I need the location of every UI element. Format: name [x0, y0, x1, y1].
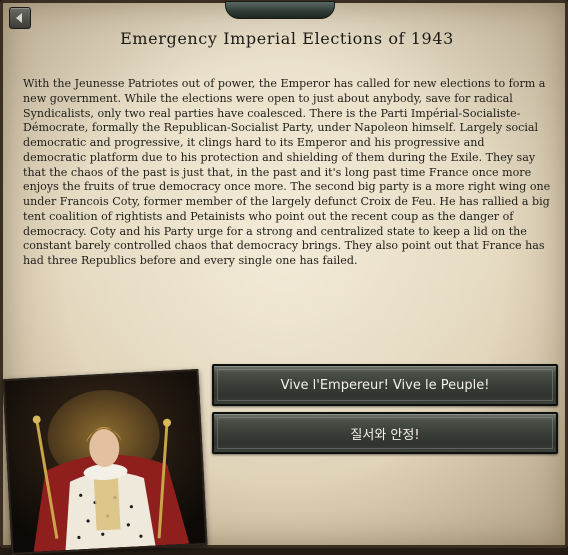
option-button-1[interactable]: Vive l'Empereur! Vive le Peuple! [212, 364, 558, 406]
option-label-2: 질서와 안정! [350, 427, 420, 443]
emperor-portrait [2, 368, 208, 555]
window-top-tab [225, 1, 335, 19]
event-description: With the Jeunesse Patriotes out of power… [23, 77, 551, 267]
event-window: Emergency Imperial Elections of 1943 Wit… [0, 0, 568, 555]
back-button[interactable] [9, 7, 31, 29]
option-label-1: Vive l'Empereur! Vive le Peuple! [280, 377, 490, 393]
event-title: Emergency Imperial Elections of 1943 [120, 29, 454, 48]
left-arrow-icon [16, 13, 22, 23]
option-button-2[interactable]: 질서와 안정! [212, 412, 558, 454]
